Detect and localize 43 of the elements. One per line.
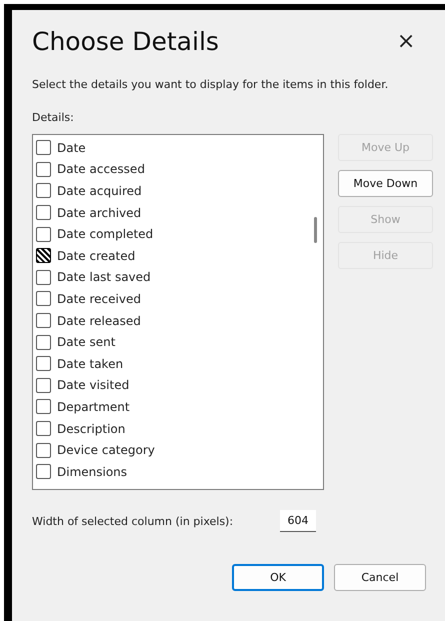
- checkbox[interactable]: [36, 442, 51, 458]
- checkbox[interactable]: [36, 270, 51, 285]
- details-item[interactable]: Device category: [33, 439, 309, 461]
- instruction-text: Select the details you want to display for the items in this folder.: [32, 78, 390, 91]
- checkbox[interactable]: [36, 162, 51, 177]
- details-item[interactable]: Date acquired: [33, 180, 309, 202]
- checkbox[interactable]: [36, 356, 51, 372]
- checkbox[interactable]: [36, 334, 51, 350]
- details-item[interactable]: Date created: [33, 244, 309, 267]
- dialog-button[interactable]: OK: [232, 564, 324, 591]
- details-item[interactable]: Date sent: [33, 331, 309, 353]
- checkbox[interactable]: [36, 291, 51, 306]
- checkbox[interactable]: [36, 421, 51, 436]
- details-item[interactable]: Date archived: [33, 202, 309, 224]
- details-item[interactable]: Date accessed: [33, 158, 309, 180]
- checkbox[interactable]: [36, 313, 51, 328]
- checkbox[interactable]: [36, 399, 51, 414]
- checkbox[interactable]: [36, 464, 51, 480]
- checkbox[interactable]: [36, 140, 51, 156]
- window-title: Choose Details: [32, 26, 219, 56]
- details-item[interactable]: Description: [33, 418, 309, 440]
- details-item[interactable]: Dimensions: [33, 460, 309, 482]
- close-button[interactable]: ×: [388, 24, 424, 58]
- details-item[interactable]: Date visited: [33, 374, 309, 396]
- details-item[interactable]: Date last saved: [33, 266, 309, 288]
- details-list[interactable]: [32, 134, 324, 490]
- checkbox[interactable]: [36, 183, 51, 198]
- details-label: Details:: [32, 111, 75, 124]
- details-item[interactable]: Date received: [33, 288, 309, 310]
- checkbox[interactable]: [36, 378, 51, 393]
- details-item[interactable]: Date completed: [33, 223, 309, 245]
- width-input[interactable]: 604: [280, 510, 316, 532]
- width-label: Width of selected column (in pixels):: [32, 514, 234, 528]
- details-item[interactable]: Date taken: [33, 352, 309, 375]
- details-item[interactable]: Date: [33, 137, 309, 159]
- checkbox[interactable]: [36, 248, 51, 264]
- scrollbar-thumb[interactable]: [314, 217, 317, 243]
- details-item[interactable]: Date released: [33, 310, 309, 332]
- checkbox[interactable]: [36, 226, 51, 242]
- side-button[interactable]: Move Down: [338, 170, 433, 197]
- dialog-button[interactable]: Cancel: [334, 564, 426, 591]
- details-item[interactable]: Department: [33, 396, 309, 418]
- checkbox[interactable]: [36, 205, 51, 220]
